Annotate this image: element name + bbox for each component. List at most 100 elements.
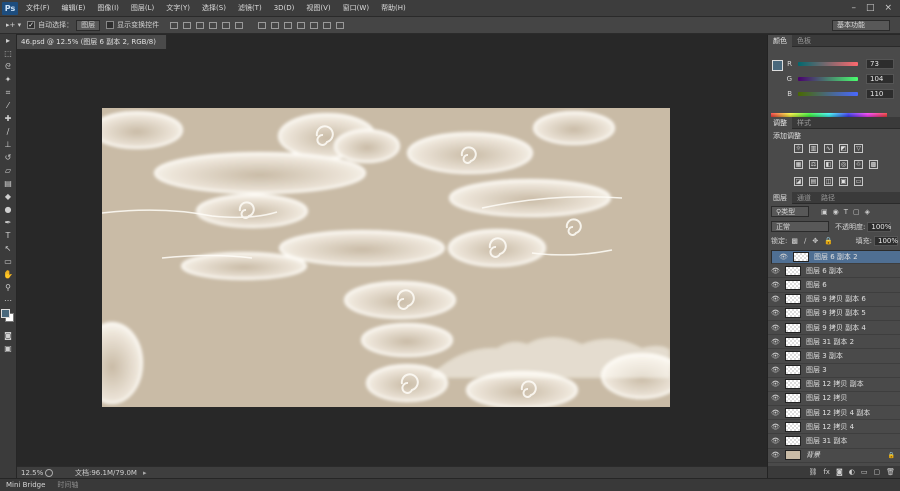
distribute-top-icon[interactable]: [258, 21, 267, 29]
layer-filter-icons[interactable]: ▣◉T▢◈: [821, 208, 875, 216]
menu-window[interactable]: 窗口(W): [337, 3, 375, 13]
close-icon[interactable]: ×: [884, 3, 892, 13]
lasso-tool-icon[interactable]: ᘓ: [0, 60, 16, 73]
visibility-eye-icon[interactable]: 👁: [768, 295, 783, 303]
layer-row[interactable]: 👁 图层 9 拷贝 副本 6: [768, 293, 900, 307]
blue-value[interactable]: 110: [866, 89, 894, 99]
exposure-icon[interactable]: ◩: [839, 144, 848, 153]
align-vcenter-icon[interactable]: [183, 21, 192, 29]
red-slider[interactable]: [798, 62, 858, 66]
blend-mode-dropdown[interactable]: 正常: [771, 221, 829, 232]
new-layer-icon[interactable]: ▢: [873, 468, 880, 476]
shape-tool-icon[interactable]: ▭: [0, 255, 16, 268]
auto-align-icon[interactable]: [336, 21, 345, 29]
foreground-color-swatch[interactable]: [1, 309, 10, 318]
auto-select-checkbox[interactable]: ✓: [27, 21, 36, 29]
history-brush-tool-icon[interactable]: ↺: [0, 151, 16, 164]
menu-view[interactable]: 视图(V): [300, 3, 336, 13]
crop-tool-icon[interactable]: ⌗: [0, 86, 16, 99]
move-tool-icon[interactable]: ▸+ ▾: [6, 21, 21, 29]
layer-row[interactable]: 👁 图层 12 拷贝: [768, 392, 900, 407]
menu-type[interactable]: 文字(Y): [160, 3, 196, 13]
blue-slider[interactable]: [798, 92, 858, 96]
threshold-icon[interactable]: ◫: [824, 177, 833, 186]
align-bottom-icon[interactable]: [196, 21, 205, 29]
status-menu-icon[interactable]: [45, 468, 53, 477]
visibility-eye-icon[interactable]: 👁: [768, 409, 783, 417]
auto-select-option[interactable]: ✓ 自动选择： 图层: [27, 19, 101, 31]
path-selection-tool-icon[interactable]: ↖: [0, 242, 16, 255]
status-arrow-icon[interactable]: ▸: [143, 469, 147, 477]
selective-color-icon[interactable]: ▣: [839, 177, 848, 186]
quick-mask-icon[interactable]: ◙: [0, 329, 16, 342]
layer-row[interactable]: 👁 图层 9 拷贝 副本 4: [768, 321, 900, 336]
lock-icons[interactable]: ▩∕✥🔒: [791, 237, 839, 245]
visibility-eye-icon[interactable]: 👁: [768, 423, 783, 431]
layer-row[interactable]: 👁 图层 31 副本: [768, 434, 900, 449]
tab-timeline[interactable]: 时间轴: [51, 480, 84, 490]
new-group-icon[interactable]: ▭: [861, 468, 868, 476]
visibility-eye-icon[interactable]: 👁: [768, 394, 783, 402]
visibility-eye-icon[interactable]: 👁: [768, 352, 783, 360]
maximize-icon[interactable]: □: [866, 3, 875, 13]
menu-select[interactable]: 选择(S): [196, 3, 232, 13]
menu-help[interactable]: 帮助(H): [375, 3, 412, 13]
hue-saturation-icon[interactable]: ▦: [794, 160, 803, 169]
minimize-icon[interactable]: –: [851, 3, 856, 13]
auto-select-dropdown[interactable]: 图层: [76, 19, 101, 31]
layer-row[interactable]: 👁 图层 6 副本 2: [771, 250, 900, 265]
visibility-eye-icon[interactable]: 👁: [776, 253, 791, 261]
visibility-eye-icon[interactable]: 👁: [768, 380, 783, 388]
tab-styles[interactable]: 样式: [792, 117, 816, 129]
vibrance-icon[interactable]: ▽: [854, 144, 863, 153]
visibility-eye-icon[interactable]: 👁: [768, 309, 783, 317]
distribute-vcenter-icon[interactable]: [271, 21, 280, 29]
layer-row[interactable]: 👁 图层 6: [768, 278, 900, 293]
new-adjustment-icon[interactable]: ◐: [849, 468, 855, 476]
distribute-hcenter-icon[interactable]: [310, 21, 319, 29]
delete-layer-icon[interactable]: 🗑: [886, 468, 895, 476]
more-tools-icon[interactable]: ⋯: [0, 294, 16, 307]
posterize-icon[interactable]: ▤: [809, 177, 818, 186]
tab-adjustments[interactable]: 调整: [768, 116, 792, 129]
opacity-value[interactable]: 100%: [867, 221, 891, 232]
black-white-icon[interactable]: ◧: [824, 160, 833, 169]
tab-layers[interactable]: 图层: [768, 191, 792, 204]
invert-icon[interactable]: ◪: [794, 177, 803, 186]
dodge-tool-icon[interactable]: ●: [0, 203, 16, 216]
distribute-bottom-icon[interactable]: [284, 21, 293, 29]
align-left-icon[interactable]: [209, 21, 218, 29]
visibility-eye-icon[interactable]: 👁: [768, 338, 783, 346]
healing-brush-tool-icon[interactable]: ✚: [0, 112, 16, 125]
channel-mixer-icon[interactable]: ♲: [854, 160, 863, 169]
layer-filter-dropdown[interactable]: ⚲ 类型: [771, 206, 809, 217]
show-transform-checkbox[interactable]: [106, 21, 115, 29]
curves-icon[interactable]: ∿: [824, 144, 833, 153]
hand-tool-icon[interactable]: ✋: [0, 268, 16, 281]
magic-wand-tool-icon[interactable]: ✦: [0, 73, 16, 86]
tab-mini-bridge[interactable]: Mini Bridge: [0, 481, 51, 489]
fill-value[interactable]: 100%: [874, 236, 898, 246]
distribute-right-icon[interactable]: [323, 21, 332, 29]
blur-tool-icon[interactable]: ◆: [0, 190, 16, 203]
layer-row[interactable]: 👁 图层 3: [768, 364, 900, 378]
layer-row[interactable]: 👁 图层 12 拷贝 副本: [768, 378, 900, 392]
color-swatches[interactable]: [0, 307, 16, 329]
show-transform-option[interactable]: 显示变换控件: [106, 20, 159, 30]
document-tab[interactable]: 46.psd @ 12.5% (图层 6 副本 2, RGB/8): [17, 35, 167, 49]
eraser-tool-icon[interactable]: ▱: [0, 164, 16, 177]
menu-3d[interactable]: 3D(D): [268, 4, 301, 12]
link-layers-icon[interactable]: ⛓: [808, 468, 817, 476]
gradient-tool-icon[interactable]: ▤: [0, 177, 16, 190]
eyedropper-tool-icon[interactable]: ⁄: [0, 99, 16, 112]
menu-image[interactable]: 图像(I): [91, 3, 125, 13]
pen-tool-icon[interactable]: ✒: [0, 216, 16, 229]
menu-layer[interactable]: 图层(L): [125, 3, 160, 13]
photo-filter-icon[interactable]: ◎: [839, 160, 848, 169]
distribute-left-icon[interactable]: [297, 21, 306, 29]
layer-row[interactable]: 👁 图层 12 拷贝 4: [768, 420, 900, 435]
red-value[interactable]: 73: [866, 59, 894, 69]
layer-row[interactable]: 👁 图层 6 副本: [768, 264, 900, 279]
green-slider[interactable]: [798, 77, 858, 81]
menu-file[interactable]: 文件(F): [20, 3, 56, 13]
